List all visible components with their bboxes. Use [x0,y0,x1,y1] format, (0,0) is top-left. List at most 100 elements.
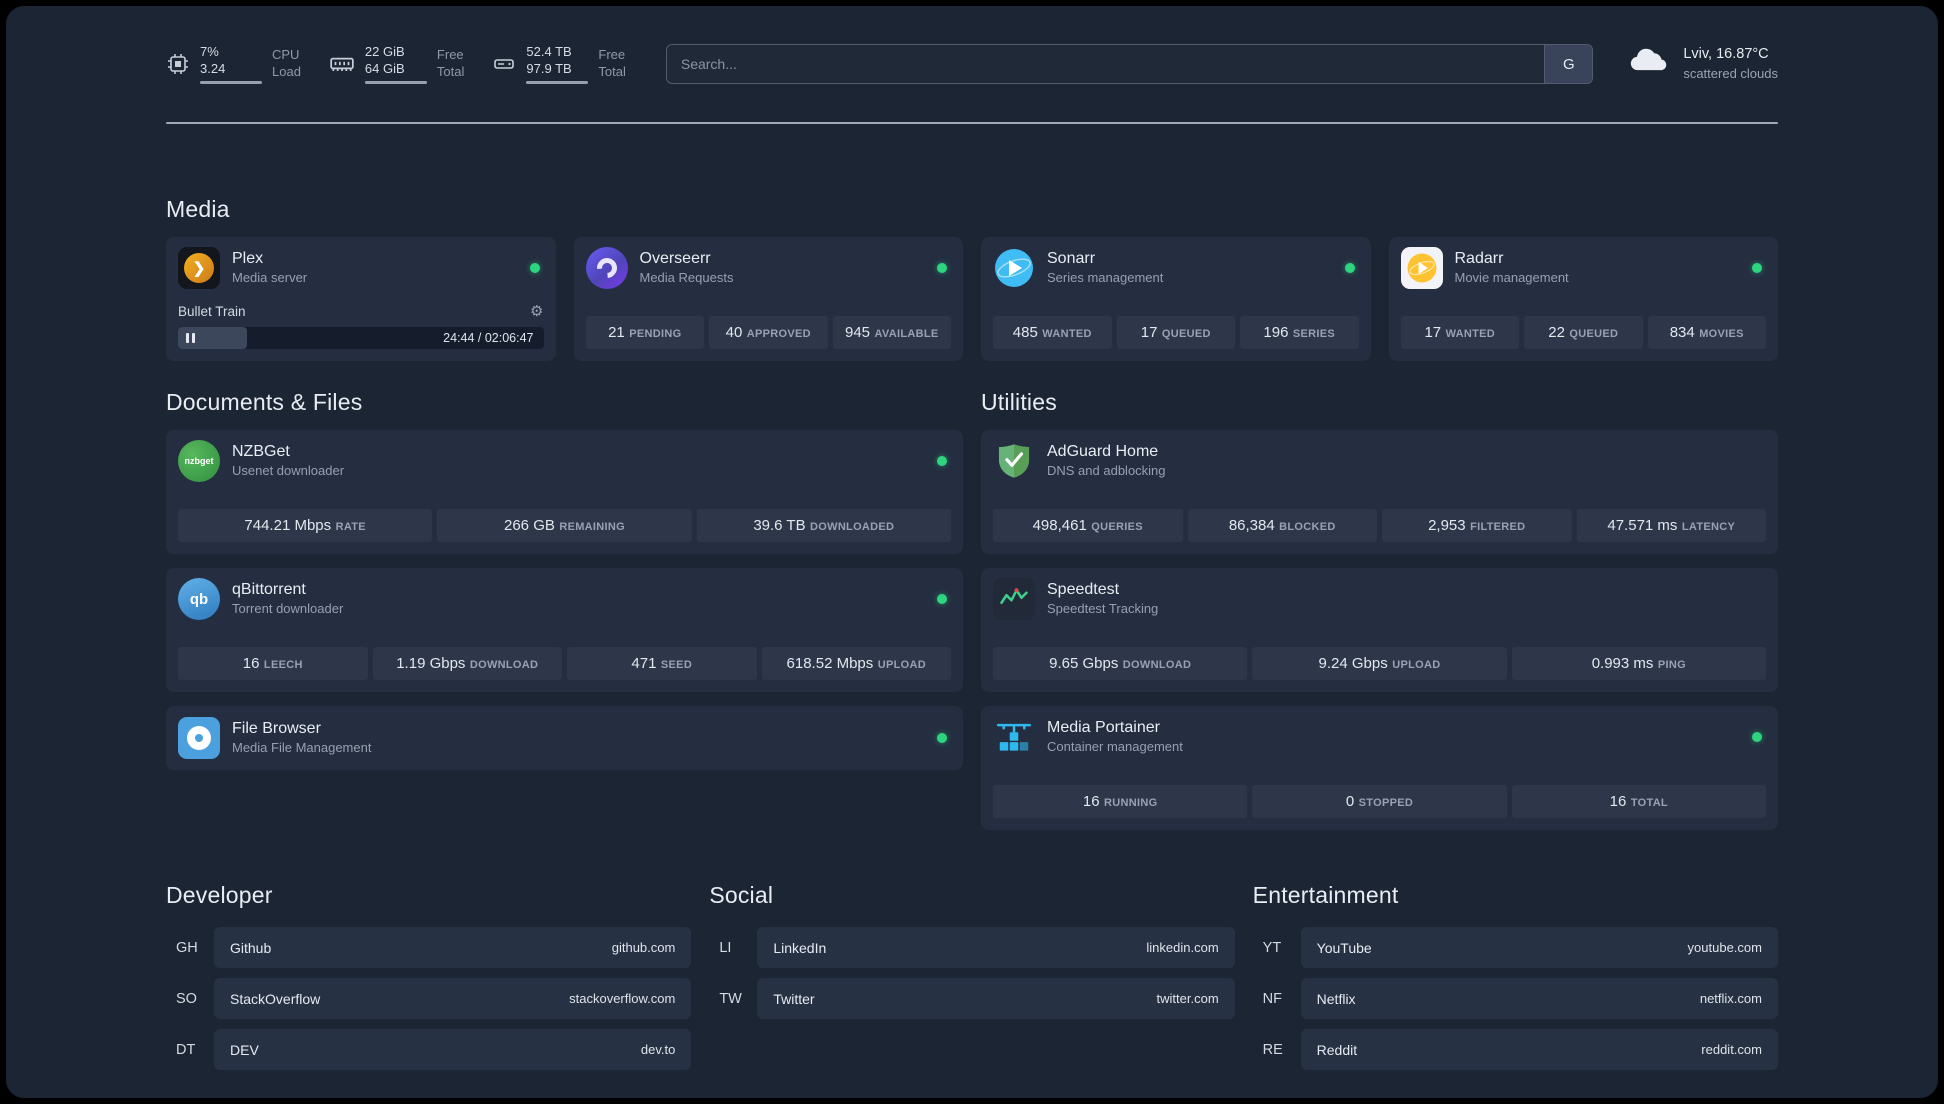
stat-movies: 834 MOVIES [1647,316,1766,349]
bookmark-abbr: YT [1262,939,1282,956]
service-card-sonarr[interactable]: Sonarr Series management 485 WANTED 17 Q… [981,237,1371,361]
service-card-portainer[interactable]: Media Portainer Container management 16 … [981,706,1778,830]
bookmark-link-netflix[interactable]: Netflix netflix.com [1300,978,1778,1019]
stat-upload: 9.24 Gbps UPLOAD [1252,647,1507,680]
stat-pending: 21 PENDING [585,316,704,349]
weather-location: Lviv, 16.87°C [1683,46,1769,63]
service-name: Sonarr [1047,250,1096,268]
pause-button[interactable] [186,333,195,343]
disk-total-value: 97.9 TB [526,60,572,76]
section-title-documents: Documents & Files [166,389,363,415]
service-subtitle: Usenet downloader [232,462,345,478]
section-media: Media ❯ Plex Media server Bullet Train ⚙… [166,196,1778,361]
service-subtitle: Series management [1047,269,1164,285]
status-dot [937,263,947,273]
bookmark-link-reddit[interactable]: Reddit reddit.com [1300,1029,1778,1070]
service-name: Radarr [1454,250,1504,268]
stat-latency: 47.571 ms LATENCY [1576,509,1766,542]
plex-now-playing: Bullet Train ⚙ 24:44 / 02:06:47 [178,304,544,349]
now-playing-title: Bullet Train [178,304,246,319]
service-subtitle: Torrent downloader [232,600,344,616]
cpu-bar [200,81,262,85]
bookmark-link-stackoverflow[interactable]: StackOverflow stackoverflow.com [214,978,692,1019]
section-title-social: Social [709,882,774,908]
cpu-icon [166,52,190,76]
cpu-usage-value: 7% [200,43,219,59]
bookmark-abbr: NF [1262,990,1282,1007]
stat-ping: 0.993 ms PING [1511,647,1766,680]
bookmark-abbr: RE [1262,1041,1283,1058]
bookmark-row: RE Reddit reddit.com [1253,1029,1778,1070]
section-utilities: Utilities AdGuard Home DNS and adblockin… [981,389,1778,830]
bookmark-group-social: Social LI LinkedIn linkedin.com TW Twitt… [709,882,1235,1080]
service-subtitle: Media Requests [639,269,734,285]
section-documents: Documents & Files nzbget NZBGet Usenet d… [166,389,963,830]
service-card-adguard[interactable]: AdGuard Home DNS and adblocking 498,461 … [981,430,1778,554]
service-card-overseerr[interactable]: Overseerr Media Requests 21 PENDING 40 A… [573,237,963,361]
service-subtitle: Movie management [1454,269,1569,285]
service-subtitle: Media File Management [232,739,372,755]
bookmark-row: NF Netflix netflix.com [1253,978,1778,1019]
stat-approved: 40 APPROVED [709,316,828,349]
service-name: NZBGet [232,443,290,461]
service-name: File Browser [232,720,321,738]
resource-widgets: 7% 3.24 CPU Load 22 GiB 64 GiB Free Tota… [166,44,626,85]
service-card-qbittorrent[interactable]: qb qBittorrent Torrent downloader 16 LEE… [166,568,963,692]
stat-available: 945 AVAILABLE [832,316,951,349]
disk-free-value: 52.4 TB [526,43,572,59]
service-name: qBittorrent [232,581,306,599]
service-card-filebrowser[interactable]: File Browser Media File Management [166,706,963,770]
ram-free-value: 22 GiB [364,43,405,59]
bookmark-link-youtube[interactable]: YouTube youtube.com [1300,927,1778,968]
status-dot [1344,263,1355,273]
topbar-divider [166,122,1778,124]
ram-label-1: Free [436,47,464,63]
filebrowser-icon [178,717,220,759]
service-name: Plex [232,250,264,268]
service-name: Speedtest [1047,581,1120,599]
weather-widget: Lviv, 16.87°C scattered clouds [1627,45,1778,82]
disk-bar [526,81,589,85]
adguard-icon [993,440,1035,482]
bookmark-link-dev[interactable]: DEV dev.to [214,1029,692,1070]
bookmark-row: GH Github github.com [166,927,692,968]
service-card-nzbget[interactable]: nzbget NZBGet Usenet downloader 744.21 M… [166,430,963,554]
stat-download: 1.19 Gbps DOWNLOAD [372,647,562,680]
bookmark-link-github[interactable]: Github github.com [214,927,692,968]
service-subtitle: Container management [1047,738,1183,754]
stat-running: 16 RUNNING [993,785,1248,818]
stat-filtered: 2,953 FILTERED [1382,509,1572,542]
stat-queries: 498,461 QUERIES [993,509,1183,542]
ram-label-2: Total [436,64,465,79]
stat-downloaded: 39.6 TB DOWNLOADED [696,509,951,542]
status-dot [529,263,540,273]
service-subtitle: Media server [232,269,308,285]
ram-total-value: 64 GiB [364,60,405,76]
service-subtitle: DNS and adblocking [1047,462,1166,478]
search-input[interactable] [666,45,1545,83]
bookmark-link-linkedin[interactable]: LinkedIn linkedin.com [757,927,1235,968]
section-title-entertainment: Entertainment [1252,882,1399,908]
bookmark-link-twitter[interactable]: Twitter twitter.com [757,978,1235,1019]
settings-icon[interactable]: ⚙ [530,304,543,319]
stat-series: 196 SERIES [1240,316,1359,349]
bookmark-row: YT YouTube youtube.com [1253,927,1778,968]
bookmark-abbr: SO [176,990,197,1007]
cpu-label-2: Load [272,64,301,79]
service-card-radarr[interactable]: Radarr Movie management 17 WANTED 22 QUE… [1388,237,1778,361]
cpu-widget: 7% 3.24 CPU Load [166,44,301,85]
service-card-plex[interactable]: ❯ Plex Media server Bullet Train ⚙ 24:44… [166,237,556,361]
stat-wanted: 17 WANTED [1400,316,1519,349]
bookmark-row: LI LinkedIn linkedin.com [709,927,1235,968]
service-card-speedtest[interactable]: Speedtest Speedtest Tracking 9.65 Gbps D… [981,568,1778,692]
search-provider-button[interactable]: G [1544,45,1593,83]
disk-icon [492,52,516,76]
weather-condition: scattered clouds [1683,66,1778,81]
service-name: AdGuard Home [1047,443,1159,461]
bookmark-row: TW Twitter twitter.com [709,978,1235,1019]
nzbget-icon: nzbget [178,440,220,482]
plex-icon: ❯ [178,247,220,289]
speedtest-icon [993,578,1035,620]
service-subtitle: Speedtest Tracking [1047,600,1159,616]
playback-progress-bar[interactable]: 24:44 / 02:06:47 [178,327,544,349]
